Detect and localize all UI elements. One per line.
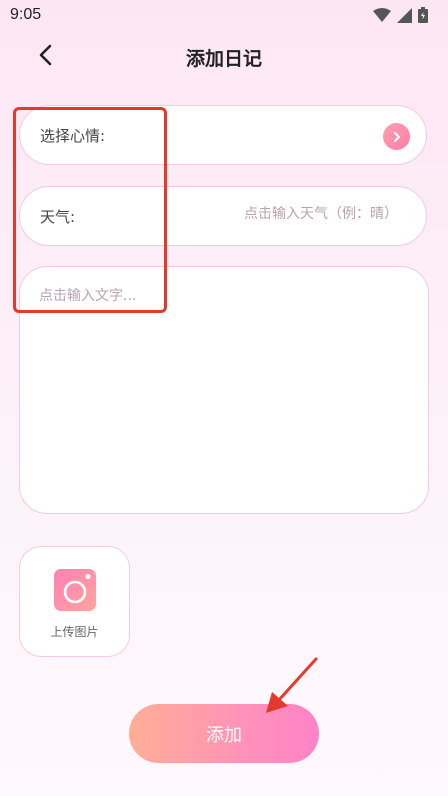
- page-title: 添加日记: [185, 48, 262, 70]
- battery-icon: [418, 7, 428, 23]
- upload-image-button[interactable]: 上传图片: [19, 546, 130, 657]
- add-button[interactable]: 添加: [129, 704, 319, 763]
- status-bar: 9:05: [0, 0, 448, 30]
- mood-select-button[interactable]: [383, 123, 410, 150]
- status-time: 9:05: [10, 6, 42, 23]
- mood-label: 选择心情:: [40, 127, 106, 145]
- nav-bar: 添加日记: [0, 34, 448, 78]
- weather-label: 天气:: [40, 208, 76, 226]
- content-field: [19, 266, 429, 514]
- upload-label: 上传图片: [50, 625, 99, 639]
- status-icons: [373, 7, 428, 23]
- mood-selector[interactable]: 选择心情:: [19, 105, 427, 165]
- content-textarea[interactable]: [39, 285, 409, 495]
- chevron-right-icon: [393, 131, 400, 142]
- wifi-icon: [373, 7, 391, 22]
- camera-icon: [54, 569, 96, 611]
- signal-icon: [397, 7, 412, 23]
- weather-field: 天气:: [19, 186, 427, 246]
- weather-input[interactable]: [158, 206, 398, 222]
